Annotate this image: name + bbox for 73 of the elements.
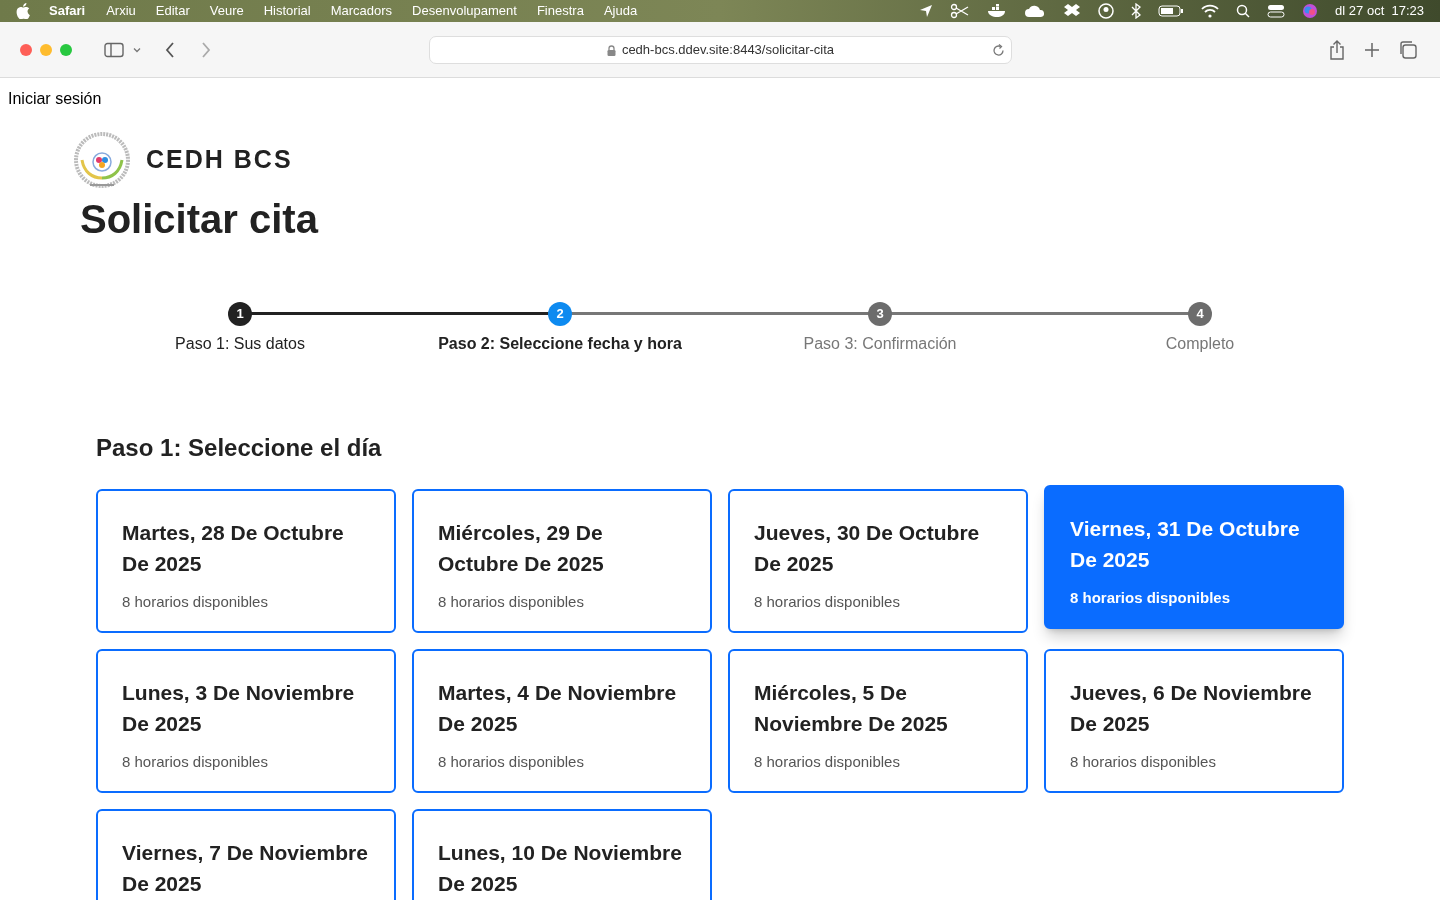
day-card[interactable]: Jueves, 30 De Octubre De 2025 8 horarios disponibles	[728, 489, 1028, 633]
battery-icon[interactable]	[1158, 4, 1185, 18]
chevron-down-icon[interactable]	[132, 45, 142, 54]
day-date: Miércoles, 5 De Noviembre De 2025	[754, 680, 949, 737]
clock[interactable]: dl 27 oct 17:23	[1335, 1, 1424, 21]
step-number: 3	[868, 302, 892, 326]
share-icon[interactable]	[1328, 39, 1346, 60]
day-date: Martes, 28 De Octubre De 2025	[122, 520, 345, 577]
day-date: Viernes, 31 De Octubre De 2025	[1070, 516, 1301, 573]
step-number: 4	[1188, 302, 1212, 326]
day-date: Miércoles, 29 De Octubre De 2025	[438, 520, 605, 577]
step-label: Paso 1: Sus datos	[175, 334, 305, 354]
logo-icon	[72, 130, 132, 190]
close-button[interactable]	[20, 43, 32, 56]
day-card[interactable]: Viernes, 7 De Noviembre De 2025	[96, 809, 396, 900]
location-icon[interactable]	[919, 4, 934, 18]
menu-item[interactable]: Editar	[155, 1, 190, 21]
day-date: Viernes, 7 De Noviembre De 2025	[122, 840, 369, 897]
day-card[interactable]: Miércoles, 5 De Noviembre De 2025 8 horarios disponibles	[728, 649, 1028, 793]
day-card[interactable]: Martes, 28 De Octubre De 2025 8 horarios disponibles	[96, 489, 396, 633]
tabs-icon[interactable]	[1398, 39, 1418, 60]
reload-icon[interactable]	[992, 43, 1005, 57]
step-label: Paso 3: Confirmación	[803, 334, 957, 354]
bluetooth-icon[interactable]	[1131, 3, 1142, 19]
menu-item[interactable]: Ajuda	[603, 1, 638, 21]
day-card[interactable]: Martes, 4 De Noviembre De 2025 8 horarios disponibles	[412, 649, 712, 793]
login-link[interactable]: Iniciar sesión	[8, 87, 102, 111]
menu-item[interactable]: Arxiu	[106, 1, 136, 21]
slots-count: 8 horarios disponibles	[1070, 752, 1217, 772]
slots-count: 8 horarios disponibles	[122, 592, 269, 612]
slots-count: 8 horarios disponibles	[1070, 588, 1232, 608]
menu-item[interactable]: Desenvolupament	[412, 1, 517, 21]
apple-icon[interactable]	[16, 3, 30, 19]
day-date: Lunes, 3 De Noviembre De 2025	[122, 680, 356, 737]
day-date: Lunes, 10 De Noviembre De 2025	[438, 840, 683, 897]
menu-item[interactable]: Finestra	[536, 1, 584, 21]
slots-count: 8 horarios disponibles	[122, 752, 269, 772]
back-icon[interactable]	[164, 40, 176, 59]
plus-icon[interactable]	[1364, 41, 1380, 58]
lock-icon	[606, 44, 616, 56]
scissors-icon[interactable]	[950, 3, 971, 19]
url-text: cedh-bcs.ddev.site:8443/solicitar-cita	[621, 41, 835, 60]
toggle-icon[interactable]	[1267, 4, 1286, 18]
slots-count: 8 horarios disponibles	[754, 592, 901, 612]
sidebar-icon[interactable]	[104, 41, 124, 58]
menu-item[interactable]: Historial	[263, 1, 311, 21]
page-title: Solicitar cita	[80, 196, 320, 243]
day-date: Martes, 4 De Noviembre De 2025	[438, 680, 678, 737]
wifi-icon[interactable]	[1201, 4, 1220, 18]
step-number: 2	[548, 302, 572, 326]
menu-item[interactable]: Marcadors	[330, 1, 393, 21]
day-card[interactable]: Jueves, 6 De Noviembre De 2025 8 horarios disponibles	[1044, 649, 1344, 793]
cloud-icon[interactable]	[1024, 4, 1047, 18]
address-bar[interactable]: cedh-bcs.ddev.site:8443/solicitar-cita	[429, 36, 1012, 64]
day-card[interactable]: Lunes, 3 De Noviembre De 2025 8 horarios disponibles	[96, 649, 396, 793]
slots-count: 8 horarios disponibles	[754, 752, 901, 772]
section-title: Paso 1: Seleccione el día	[96, 433, 383, 463]
day-card[interactable]: Miércoles, 29 De Octubre De 2025 8 horarios disponibles	[412, 489, 712, 633]
day-card[interactable]: Viernes, 31 De Octubre De 2025 8 horarios disponibles	[1044, 485, 1344, 629]
slots-count: 8 horarios disponibles	[438, 752, 585, 772]
slots-count: 8 horarios disponibles	[438, 592, 585, 612]
day-date: Jueves, 30 De Octubre De 2025	[754, 520, 981, 577]
brand-name: CEDH BCS	[146, 144, 293, 176]
step-label: Completo	[1165, 334, 1235, 354]
app-menu[interactable]: Safari	[49, 1, 86, 21]
user-icon[interactable]	[1098, 3, 1115, 19]
menu-item[interactable]: Veure	[209, 1, 244, 21]
step-number: 1	[228, 302, 252, 326]
whale-icon[interactable]	[987, 4, 1008, 18]
day-card[interactable]: Lunes, 10 De Noviembre De 2025	[412, 809, 712, 900]
step-label: Paso 2: Seleccione fecha y hora	[438, 334, 682, 354]
day-date: Jueves, 6 De Noviembre De 2025	[1070, 680, 1313, 737]
search-icon[interactable]	[1236, 4, 1251, 18]
